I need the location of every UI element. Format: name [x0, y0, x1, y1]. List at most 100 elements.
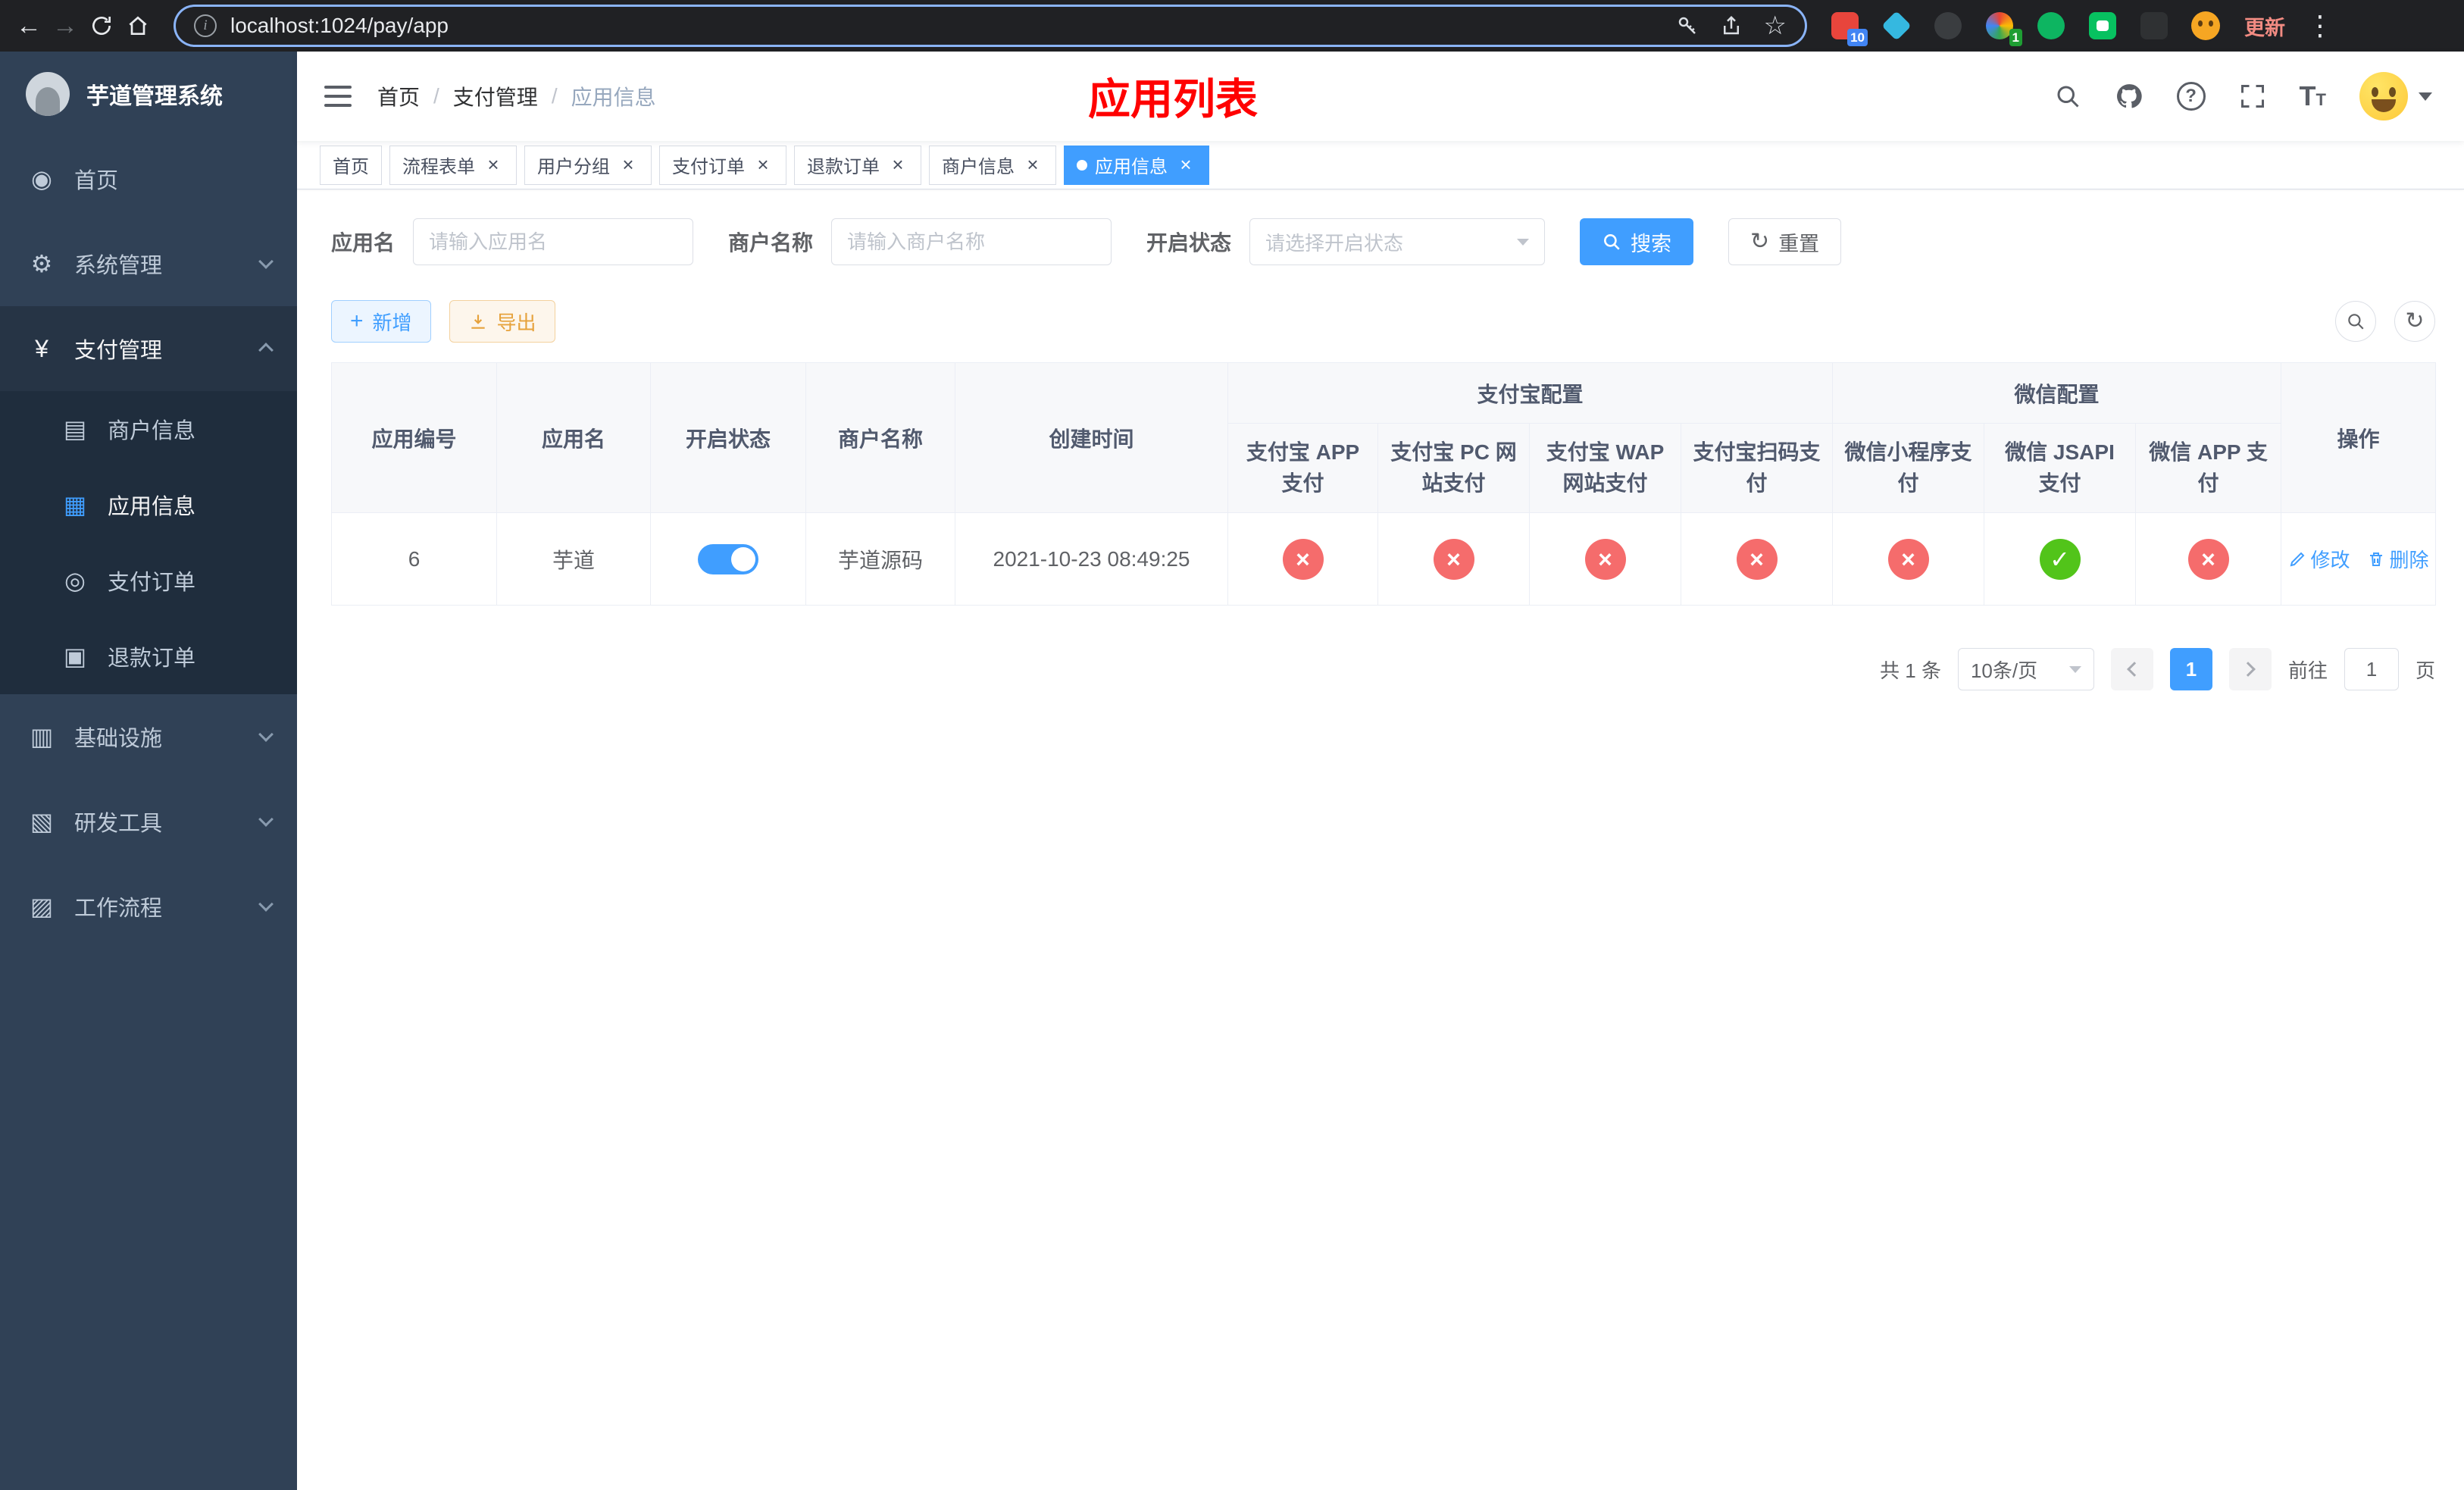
sidebar-item-infra[interactable]: ▥ 基础设施 — [0, 694, 297, 779]
extension-icon-6[interactable] — [2087, 10, 2118, 42]
dashboard-icon: ◉ — [31, 165, 52, 193]
add-button[interactable]: + 新增 — [331, 300, 431, 343]
chevron-down-icon — [258, 254, 274, 269]
extension-icon-5[interactable] — [2035, 10, 2067, 42]
tab-close-icon[interactable]: × — [1175, 155, 1196, 176]
sidebar-item-home[interactable]: ◉ 首页 — [0, 136, 297, 221]
chevron-left-icon — [2127, 662, 2142, 677]
document-icon: ▣ — [63, 643, 87, 670]
extension-icon-3[interactable] — [1932, 10, 1964, 42]
tab-6[interactable]: 应用信息 × — [1064, 145, 1209, 185]
cell-created: 2021-10-23 08:49:25 — [955, 512, 1228, 606]
tab-label: 支付订单 — [672, 157, 745, 177]
browser-home-icon[interactable] — [120, 8, 156, 44]
col-header-alipay-wap: 支付宝 WAP 网站支付 — [1529, 423, 1681, 513]
tab-1[interactable]: 流程表单 × — [389, 145, 517, 185]
password-key-icon[interactable] — [1676, 14, 1699, 37]
extension-icon-8[interactable] — [2190, 10, 2222, 42]
address-bar[interactable]: i localhost:1024/pay/app ☆ — [176, 7, 1805, 45]
sidebar-item-devtools[interactable]: ▧ 研发工具 — [0, 779, 297, 864]
page-title: 应用列表 — [1088, 75, 1258, 124]
download-icon — [471, 315, 485, 329]
add-button-label: 新增 — [372, 311, 412, 334]
browser-update-button[interactable]: 更新 — [2244, 11, 2285, 41]
cell-enabled — [650, 512, 806, 606]
tab-2[interactable]: 用户分组 × — [524, 145, 652, 185]
next-page-button[interactable] — [2228, 648, 2272, 690]
goto-page-input[interactable] — [2344, 648, 2399, 690]
sidebar-item-refund-order[interactable]: ▣ 退款订单 — [0, 618, 297, 694]
col-header-created: 创建时间 — [955, 362, 1228, 513]
sidebar-item-system[interactable]: ⚙ 系统管理 — [0, 221, 297, 306]
top-navbar: 首页 / 支付管理 / 应用信息 应用列表 ? TT — [297, 52, 2464, 141]
sidebar-item-pay-order[interactable]: ◎ 支付订单 — [0, 543, 297, 618]
prev-page-button[interactable] — [2110, 648, 2153, 690]
browser-reload-icon[interactable] — [83, 8, 120, 44]
tab-0[interactable]: 首页 — [320, 145, 382, 185]
edit-button-label: 修改 — [2310, 549, 2350, 571]
browser-forward-icon[interactable]: → — [47, 8, 83, 44]
search-button[interactable]: 搜索 — [1580, 218, 1694, 265]
app-name-input[interactable] — [413, 218, 694, 265]
page-size-select[interactable]: 10条/页 — [1957, 648, 2094, 690]
breadcrumb: 首页 / 支付管理 / 应用信息 — [377, 81, 656, 111]
tab-close-icon[interactable]: × — [483, 155, 504, 176]
tab-4[interactable]: 退款订单 × — [794, 145, 921, 185]
merchant-name-input[interactable] — [831, 218, 1112, 265]
tab-close-icon[interactable]: × — [752, 155, 774, 176]
col-group-wechat: 微信配置 — [1832, 362, 2282, 424]
user-menu[interactable] — [2359, 72, 2432, 121]
export-button[interactable]: 导出 — [449, 300, 555, 343]
trash-icon — [2369, 552, 2382, 566]
tab-close-icon[interactable]: × — [1022, 155, 1043, 176]
github-icon[interactable] — [2115, 82, 2143, 111]
breadcrumb-section[interactable]: 支付管理 — [453, 81, 538, 111]
apps-table: 应用编号 应用名 开启状态 商户名称 创建时间 支付宝配置 微信配置 操作 支付… — [331, 362, 2437, 606]
help-icon[interactable]: ? — [2176, 82, 2206, 111]
toggle-search-button[interactable] — [2335, 301, 2376, 342]
search-icon[interactable] — [2054, 83, 2081, 110]
tab-close-icon[interactable]: × — [887, 155, 908, 176]
tab-close-icon[interactable]: × — [618, 155, 639, 176]
extension-icon-7[interactable] — [2138, 10, 2170, 42]
fullscreen-icon[interactable] — [2239, 83, 2266, 110]
table-refresh-button[interactable]: ↻ — [2394, 301, 2435, 342]
browser-menu-icon[interactable]: ⋮ — [2306, 10, 2334, 42]
bookmark-star-icon[interactable]: ☆ — [1764, 13, 1787, 39]
app-logo: 芋道管理系统 — [0, 52, 297, 136]
page-number-button[interactable]: 1 — [2169, 648, 2212, 690]
sidebar-item-label: 商户信息 — [108, 419, 196, 443]
tab-label: 用户分组 — [537, 157, 610, 177]
sidebar-item-workflow[interactable]: ▨ 工作流程 — [0, 864, 297, 949]
sidebar-item-merchant-info[interactable]: ▤ 商户信息 — [0, 391, 297, 467]
tab-5[interactable]: 商户信息 × — [929, 145, 1056, 185]
delete-button[interactable]: 删除 — [2367, 545, 2429, 573]
col-header-wechat-mini: 微信小程序支付 — [1832, 423, 1985, 513]
sidebar-collapse-button[interactable] — [324, 86, 353, 107]
merchant-name-label: 商户名称 — [728, 231, 814, 255]
gear-icon: ⚙ — [30, 250, 53, 277]
app-title: 芋道管理系统 — [86, 84, 223, 109]
col-header-app-name: 应用名 — [496, 362, 651, 513]
sidebar-item-label: 工作流程 — [74, 897, 163, 921]
browser-back-icon[interactable]: ← — [11, 8, 47, 44]
toolbox-icon: ▧ — [30, 808, 54, 835]
reset-button[interactable]: ↻ 重置 — [1728, 218, 1842, 265]
extension-icon-4[interactable]: 1 — [1984, 10, 2022, 46]
row-enabled-switch[interactable] — [698, 543, 758, 574]
extension-icon-1[interactable]: 10 — [1829, 10, 1868, 46]
tab-3[interactable]: 支付订单 × — [659, 145, 786, 185]
site-info-icon[interactable]: i — [194, 14, 217, 37]
edit-button[interactable]: 修改 — [2288, 545, 2350, 573]
merchant-card-icon: ▤ — [63, 415, 87, 443]
sidebar-item-app-info[interactable]: ▦ 应用信息 — [0, 467, 297, 543]
status-select[interactable]: 请选择开启状态 — [1249, 218, 1546, 265]
app-frame: 芋道管理系统 ◉ 首页 ⚙ 系统管理 ¥ 支付管理 ▤ 商户信息 ▦ 应用信息 — [0, 52, 2464, 1490]
disabled-cross-icon: × — [1433, 538, 1474, 580]
extension-icon-2[interactable] — [1881, 10, 1912, 42]
breadcrumb-home[interactable]: 首页 — [377, 81, 420, 111]
font-size-icon[interactable]: TT — [2300, 83, 2326, 110]
sidebar-item-payment[interactable]: ¥ 支付管理 — [0, 306, 297, 391]
share-icon[interactable] — [1720, 14, 1743, 37]
cell-wechat-jsapi-status: ✓ — [1984, 512, 2137, 606]
